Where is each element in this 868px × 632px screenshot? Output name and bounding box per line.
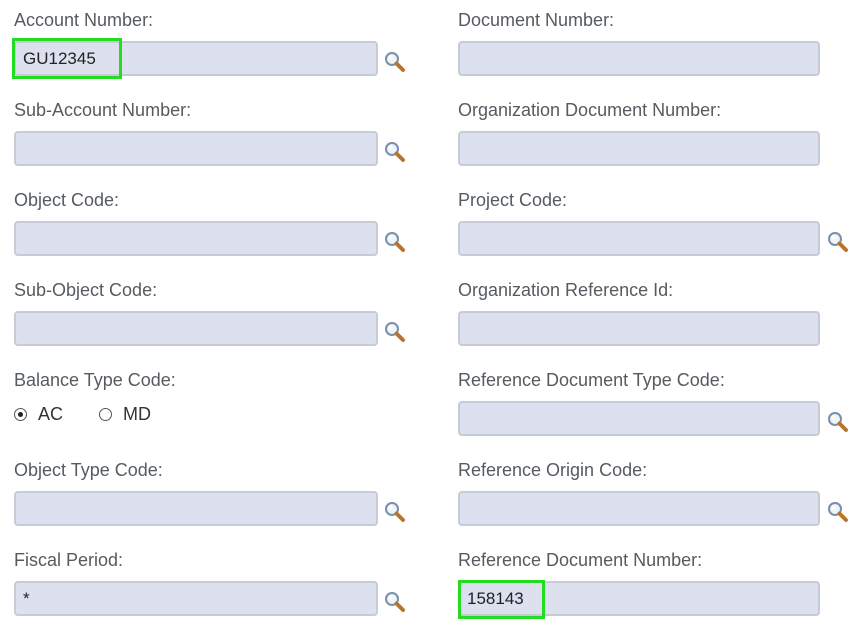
object-code-label: Object Code: bbox=[14, 190, 120, 210]
account-number-lookup-icon[interactable] bbox=[384, 51, 406, 73]
sub-object-code-label: Sub-Object Code: bbox=[14, 280, 158, 300]
reference-document-type-code-lookup-icon[interactable] bbox=[827, 411, 849, 433]
project-code-lookup-icon[interactable] bbox=[827, 231, 849, 253]
reference-origin-code-input[interactable] bbox=[458, 491, 820, 526]
organization-document-number-label: Organization Document Number: bbox=[458, 100, 722, 120]
object-code-input[interactable] bbox=[14, 221, 378, 256]
balance-type-md-label: MD bbox=[123, 404, 152, 424]
organization-document-number-input[interactable] bbox=[458, 131, 820, 166]
balance-type-md-radio[interactable] bbox=[99, 408, 113, 421]
account-number-label: Account Number: bbox=[14, 10, 154, 30]
reference-document-number-input[interactable] bbox=[458, 581, 820, 616]
document-number-input[interactable] bbox=[458, 41, 820, 76]
sub-account-number-input[interactable] bbox=[14, 131, 378, 166]
object-type-code-lookup-icon[interactable] bbox=[384, 501, 406, 523]
document-number-label: Document Number: bbox=[458, 10, 615, 30]
balance-type-ac-radio[interactable] bbox=[14, 408, 27, 421]
organization-reference-id-label: Organization Reference Id: bbox=[458, 280, 674, 300]
balance-type-code-label: Balance Type Code: bbox=[14, 370, 176, 390]
sub-account-number-label: Sub-Account Number: bbox=[14, 100, 192, 120]
reference-document-number-label: Reference Document Number: bbox=[458, 550, 703, 570]
sub-object-code-input[interactable] bbox=[14, 311, 378, 346]
object-type-code-label: Object Type Code: bbox=[14, 460, 163, 480]
fiscal-period-label: Fiscal Period: bbox=[14, 550, 124, 570]
reference-origin-code-label: Reference Origin Code: bbox=[458, 460, 648, 480]
project-code-label: Project Code: bbox=[458, 190, 568, 210]
fiscal-period-input[interactable] bbox=[14, 581, 378, 616]
reference-origin-code-lookup-icon[interactable] bbox=[827, 501, 849, 523]
fiscal-period-lookup-icon[interactable] bbox=[384, 591, 406, 613]
sub-account-number-lookup-icon[interactable] bbox=[384, 141, 406, 163]
sub-object-code-lookup-icon[interactable] bbox=[384, 321, 406, 343]
balance-type-md-option[interactable]: MD bbox=[99, 404, 151, 425]
balance-type-code-radio-group: AC MD bbox=[14, 404, 187, 425]
object-type-code-input[interactable] bbox=[14, 491, 378, 526]
account-number-input[interactable] bbox=[14, 41, 378, 76]
balance-type-ac-label: AC bbox=[38, 404, 64, 424]
project-code-input[interactable] bbox=[458, 221, 820, 256]
organization-reference-id-input[interactable] bbox=[458, 311, 820, 346]
object-code-lookup-icon[interactable] bbox=[384, 231, 406, 253]
balance-type-ac-option[interactable]: AC bbox=[14, 404, 63, 425]
reference-document-type-code-input[interactable] bbox=[458, 401, 820, 436]
reference-document-type-code-label: Reference Document Type Code: bbox=[458, 370, 725, 390]
